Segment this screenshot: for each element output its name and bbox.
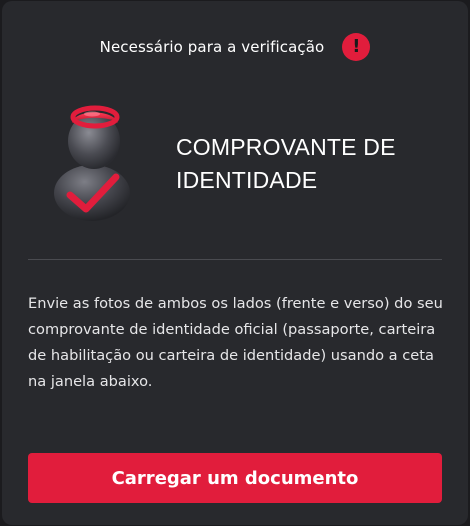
verification-card: Necessário para a verificação ! COMPROVA… [2,1,468,525]
user-check-icon [54,105,130,221]
header-text: Necessário para a verificação [99,38,325,56]
instructions-text: Envie as fotos de ambos os lados (frente… [28,295,443,390]
exclamation-icon: ! [342,33,371,61]
exclamation-glyph: ! [352,36,361,57]
card-header: Necessário para a verificação ! [2,31,468,63]
document-type-title: COMPROVANTE DE IDENTIDADE [176,134,396,193]
divider [28,259,442,260]
upload-document-button[interactable]: Carregar um documento [28,453,442,503]
